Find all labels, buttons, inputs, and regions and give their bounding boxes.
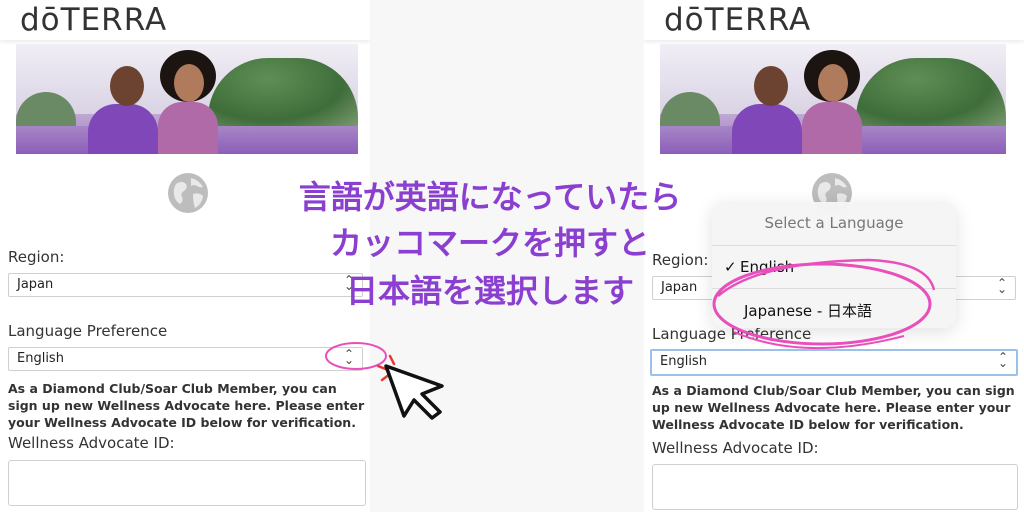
- member-info-text: As a Diamond Club/Soar Club Member, you …: [652, 383, 1015, 432]
- header-bar: dōTERRA: [644, 0, 1024, 40]
- hero-image: [16, 44, 358, 154]
- language-preference-label: Language Preference: [8, 322, 168, 340]
- checkmark-icon: ✓: [724, 258, 737, 276]
- language-select[interactable]: English ⌃ ⌄: [8, 347, 363, 371]
- language-value: English: [17, 351, 64, 366]
- member-info-text: As a Diamond Club/Soar Club Member, you …: [8, 381, 365, 430]
- wellness-advocate-id-input[interactable]: [652, 464, 1018, 510]
- option-japanese-label: Japanese - 日本語: [744, 302, 873, 320]
- instruction-line-1: 言語が英語になっていたら: [298, 178, 682, 216]
- globe-icon: [168, 173, 208, 213]
- option-english[interactable]: ✓ English: [724, 258, 794, 276]
- language-value: English: [660, 354, 707, 369]
- divider: [712, 245, 956, 246]
- chevron-updown-icon[interactable]: ⌃ ⌄: [997, 277, 1007, 295]
- header-bar: dōTERRA: [0, 0, 370, 40]
- language-select[interactable]: English ⌃ ⌄: [650, 349, 1018, 376]
- wellness-advocate-id-label: Wellness Advocate ID:: [652, 439, 819, 457]
- chevron-updown-icon[interactable]: ⌃ ⌄: [998, 351, 1008, 369]
- instruction-line-2: カッコマークを押すと: [329, 224, 650, 262]
- option-english-label: English: [740, 258, 795, 276]
- picker-title: Select a Language: [764, 214, 904, 232]
- region-value: Japan: [17, 277, 54, 292]
- region-label: Region:: [8, 248, 65, 266]
- option-japanese[interactable]: Japanese - 日本語: [744, 300, 872, 321]
- divider: [712, 288, 956, 289]
- doterra-logo[interactable]: dōTERRA: [664, 2, 811, 38]
- wellness-advocate-id-label: Wellness Advocate ID:: [8, 434, 175, 452]
- red-burst-lines: [376, 354, 396, 382]
- chevron-updown-icon[interactable]: ⌃ ⌄: [344, 348, 354, 366]
- language-picker-popup: Select a Language ✓ English Japanese - 日本…: [712, 202, 956, 328]
- wellness-advocate-id-input[interactable]: [8, 460, 366, 506]
- doterra-logo[interactable]: dōTERRA: [20, 2, 167, 38]
- hero-image: [660, 44, 1006, 154]
- instruction-line-3: 日本語を選択します: [345, 272, 634, 310]
- cursor-arrow-icon: [384, 364, 444, 420]
